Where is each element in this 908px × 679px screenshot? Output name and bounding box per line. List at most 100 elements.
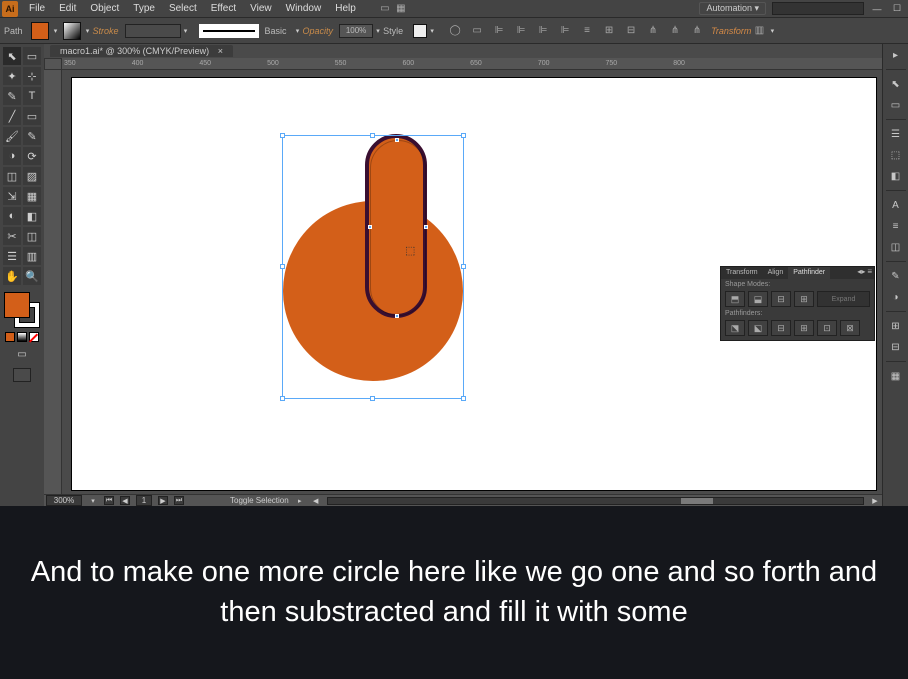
panel-menu-icon[interactable]: ≡ <box>867 267 872 279</box>
tab-align[interactable]: Align <box>763 267 789 279</box>
transform-panel-icon[interactable]: ▥ <box>751 23 767 39</box>
resize-handle[interactable] <box>461 133 466 138</box>
menu-type[interactable]: Type <box>126 0 162 17</box>
dock-collapse-icon[interactable]: ▸ <box>887 46 905 64</box>
line-tool[interactable]: ╱ <box>3 107 21 125</box>
menu-select[interactable]: Select <box>162 0 204 17</box>
edit-icon[interactable]: ⋔ <box>689 23 705 39</box>
fill-dropdown-icon[interactable]: ▾ <box>51 22 61 40</box>
scale-tool[interactable]: ◫ <box>3 167 21 185</box>
stroke-weight-dropdown-icon[interactable]: ▾ <box>181 22 191 40</box>
color-mode-color[interactable] <box>5 332 15 342</box>
pen-tool[interactable]: ✎ <box>3 87 21 105</box>
artboard-next-icon[interactable]: ▶ <box>158 496 168 505</box>
tab-pathfinder[interactable]: Pathfinder <box>788 267 830 279</box>
menu-help[interactable]: Help <box>328 0 363 17</box>
menu-view[interactable]: View <box>243 0 279 17</box>
artboard-last-icon[interactable]: ⏭ <box>174 496 184 505</box>
color-guide-panel-icon[interactable]: ▭ <box>887 96 905 114</box>
brush-definition[interactable] <box>199 24 259 38</box>
blob-brush-tool[interactable]: ◑ <box>3 147 21 165</box>
brushes-panel-icon[interactable]: ⬚ <box>887 146 905 164</box>
automation-dropdown[interactable]: Automation ▾ <box>699 2 766 15</box>
outline-button[interactable]: ⊡ <box>817 320 837 336</box>
trim-button[interactable]: ⬕ <box>748 320 768 336</box>
dist-h-icon[interactable]: ⊟ <box>623 23 639 39</box>
resize-handle[interactable] <box>370 396 375 401</box>
fill-proxy[interactable] <box>4 292 30 318</box>
resize-handle[interactable] <box>280 264 285 269</box>
stroke-weight-select[interactable] <box>125 24 181 38</box>
fill-color-swatch[interactable] <box>31 22 49 40</box>
transparency-panel-icon[interactable]: ◫ <box>887 238 905 256</box>
menu-window[interactable]: Window <box>279 0 329 17</box>
blend-tool[interactable]: ☰ <box>3 247 21 265</box>
resize-handle[interactable] <box>280 396 285 401</box>
bridge-icon[interactable]: ▭ <box>377 1 393 17</box>
minus-back-button[interactable]: ⊠ <box>840 320 860 336</box>
magic-wand-tool[interactable]: ✦ <box>3 67 21 85</box>
ruler-origin[interactable] <box>44 58 62 70</box>
color-mode-gradient[interactable] <box>17 332 27 342</box>
width-tool[interactable]: ▨ <box>23 167 41 185</box>
gradient-panel-icon[interactable]: ≡ <box>887 217 905 235</box>
graphic-style-swatch[interactable] <box>413 24 427 38</box>
divide-button[interactable]: ⬔ <box>725 320 745 336</box>
intersect-button[interactable]: ⊟ <box>771 291 791 307</box>
change-screen-icon[interactable] <box>13 368 31 382</box>
resize-handle[interactable] <box>461 396 466 401</box>
search-input[interactable] <box>772 2 864 15</box>
style-dropdown-icon[interactable]: ▾ <box>427 22 437 40</box>
align-hcenter-icon[interactable]: ⊫ <box>513 23 529 39</box>
panel-collapse-icon[interactable]: ◂▸ <box>857 267 865 279</box>
resize-handle[interactable] <box>461 264 466 269</box>
opacity-field[interactable]: 100% <box>339 24 373 38</box>
document-tab[interactable]: macro1.ai* @ 300% (CMYK/Preview) × <box>50 45 233 57</box>
arrange-docs-icon[interactable]: ▦ <box>393 1 409 17</box>
mesh-tool[interactable]: ◧ <box>23 207 41 225</box>
free-transform-tool[interactable]: ⇲ <box>3 187 21 205</box>
artboard-first-icon[interactable]: ⏮ <box>104 496 114 505</box>
shape-builder-tool[interactable]: ▦ <box>23 187 41 205</box>
artboard-prev-icon[interactable]: ◀ <box>120 496 130 505</box>
transform-link[interactable]: Transform <box>711 26 751 36</box>
screen-mode-button[interactable]: ▭ <box>13 346 31 362</box>
align-bottom-icon[interactable]: ⊞ <box>601 23 617 39</box>
minimize-icon[interactable]: — <box>870 3 884 15</box>
exclude-button[interactable]: ⊞ <box>794 291 814 307</box>
menu-effect[interactable]: Effect <box>204 0 243 17</box>
resize-handle[interactable] <box>280 133 285 138</box>
minus-front-button[interactable]: ⬓ <box>748 291 768 307</box>
align-left-icon[interactable]: ⊫ <box>491 23 507 39</box>
hand-tool[interactable]: ✋ <box>3 267 21 285</box>
rotate-tool[interactable]: ⟳ <box>23 147 41 165</box>
symbols-panel-icon[interactable]: ◧ <box>887 167 905 185</box>
paintbrush-tool[interactable]: 🖌 <box>3 127 21 145</box>
appearance-panel-icon[interactable]: ✎ <box>887 267 905 285</box>
menu-edit[interactable]: Edit <box>52 0 83 17</box>
lasso-tool[interactable]: ⊹ <box>23 67 41 85</box>
color-panel-icon[interactable]: ⬉ <box>887 75 905 93</box>
pencil-tool[interactable]: ✎ <box>23 127 41 145</box>
stroke-color-swatch[interactable] <box>63 22 81 40</box>
menu-object[interactable]: Object <box>83 0 126 17</box>
isolate-icon[interactable]: ⋔ <box>667 23 683 39</box>
perspective-tool[interactable]: ◐ <box>3 207 21 225</box>
align-vcenter-icon[interactable]: ≡ <box>579 23 595 39</box>
stroke-dropdown-icon[interactable]: ▾ <box>83 22 93 40</box>
tab-transform[interactable]: Transform <box>721 267 763 279</box>
links-panel-icon[interactable]: ▦ <box>887 367 905 385</box>
gradient-tool[interactable]: ◫ <box>23 227 41 245</box>
artboard-number-field[interactable]: 1 <box>136 495 152 506</box>
stroke-panel-icon[interactable]: A <box>887 196 905 214</box>
status-menu-icon[interactable]: ▸ <box>295 497 305 505</box>
scroll-left-icon[interactable]: ◀ <box>311 497 321 505</box>
recolor-icon[interactable]: ◯ <box>447 23 463 39</box>
color-mode-none[interactable] <box>29 332 39 342</box>
layers-panel-icon[interactable]: ⊞ <box>887 317 905 335</box>
align-top-icon[interactable]: ⊫ <box>557 23 573 39</box>
fill-stroke-proxy[interactable] <box>4 292 40 328</box>
swatches-panel-icon[interactable]: ☰ <box>887 125 905 143</box>
maximize-icon[interactable]: ☐ <box>890 3 904 15</box>
expand-button[interactable]: Expand <box>817 291 870 307</box>
